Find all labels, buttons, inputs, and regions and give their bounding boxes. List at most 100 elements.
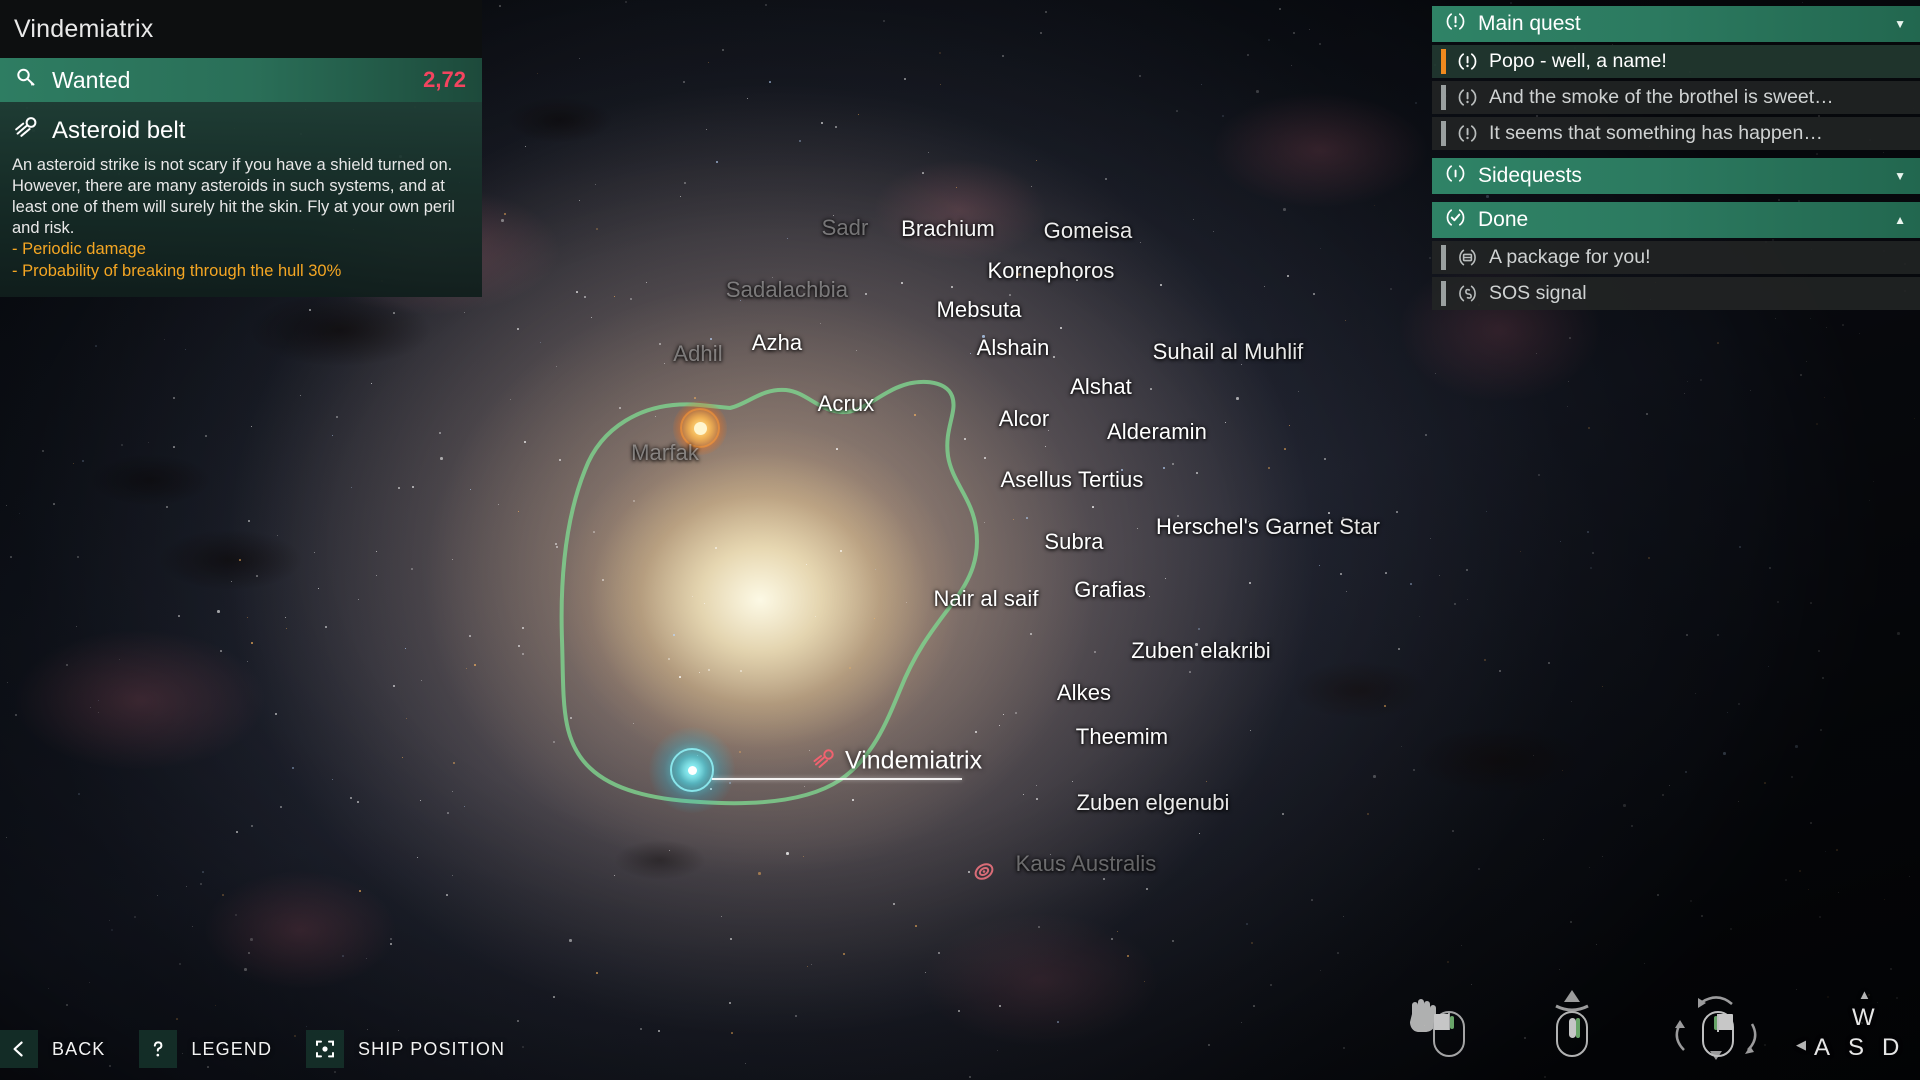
system-label[interactable]: Herschel's Garnet Star bbox=[1156, 514, 1380, 540]
quest-info-icon bbox=[1445, 163, 1466, 190]
system-label[interactable]: Nair al saif bbox=[933, 586, 1038, 612]
chevron-toggle-icon[interactable]: ▼ bbox=[1894, 17, 1906, 31]
system-label[interactable]: Theemim bbox=[1076, 724, 1168, 750]
toolbar-button-label: BACK bbox=[52, 1038, 106, 1059]
system-label[interactable]: Acrux bbox=[818, 391, 875, 417]
page-title: Vindemiatrix bbox=[0, 0, 482, 58]
wanted-value: 2,72 bbox=[423, 67, 466, 92]
system-label[interactable]: Kaus Australis bbox=[1016, 851, 1157, 877]
chevron-toggle-icon[interactable]: ▲ bbox=[1894, 213, 1906, 227]
system-label[interactable]: Kornephoros bbox=[987, 258, 1114, 284]
system-label[interactable]: Suhail al Muhlif bbox=[1153, 339, 1304, 365]
system-label[interactable]: Alshat bbox=[1070, 374, 1132, 400]
selected-system-marker[interactable] bbox=[649, 727, 735, 813]
toolbar-button[interactable]: LEGEND bbox=[139, 1030, 306, 1068]
crosshair-icon bbox=[306, 1030, 345, 1068]
control-hints: ▲ ◀ W A S D bbox=[1390, 980, 1912, 1066]
effect-bullet: - Probability of breaking through the hu… bbox=[12, 262, 342, 281]
quest-item-label: Popo - well, a name! bbox=[1489, 50, 1667, 72]
quest-sos-icon bbox=[1457, 283, 1478, 304]
wasd-keys-hint: ▲ ◀ W A S D bbox=[1792, 980, 1912, 1066]
key-s: S bbox=[1848, 1034, 1865, 1061]
wanted-status-row[interactable]: Wanted 2,72 bbox=[0, 58, 482, 102]
quest-section-title: Done bbox=[1478, 208, 1529, 231]
effect-title: Asteroid belt bbox=[52, 116, 186, 144]
quest-exclamation-icon bbox=[1457, 87, 1478, 108]
quest-item[interactable]: Popo - well, a name! bbox=[1432, 45, 1920, 78]
effect-header: Asteroid belt bbox=[12, 110, 470, 155]
toolbar-button-label: SHIP POSITION bbox=[358, 1038, 506, 1059]
quest-log-panel: Main quest ▼ Popo - well, a name! And th… bbox=[1432, 6, 1920, 310]
quest-item-accent bbox=[1441, 121, 1446, 146]
quest-item-accent bbox=[1441, 245, 1446, 270]
wanted-label: Wanted bbox=[52, 66, 131, 93]
system-label[interactable]: Zuben elakribi bbox=[1131, 638, 1271, 664]
effect-bullet: - Periodic damage bbox=[12, 240, 146, 259]
system-label[interactable]: Asellus Tertius bbox=[1001, 467, 1144, 493]
system-label[interactable]: Alderamin bbox=[1107, 419, 1207, 445]
quest-item-accent bbox=[1441, 85, 1446, 110]
chevron-toggle-icon[interactable]: ▼ bbox=[1894, 169, 1906, 183]
system-label[interactable]: Alcor bbox=[999, 406, 1050, 432]
arrow-up-icon: ▲ bbox=[1858, 987, 1871, 1002]
chevron-left-icon bbox=[0, 1030, 38, 1068]
selected-system-name: Vindemiatrix bbox=[845, 746, 983, 775]
system-label[interactable]: Zuben elgenubi bbox=[1076, 790, 1229, 816]
quest-item-label: And the smoke of the brothel is sweet… bbox=[1489, 86, 1834, 108]
selected-label-leader-line bbox=[712, 778, 962, 780]
selected-star-core bbox=[687, 765, 697, 775]
quest-exclamation-icon bbox=[1445, 11, 1466, 38]
system-label[interactable]: Adhil bbox=[673, 341, 722, 367]
system-label[interactable]: Alshain bbox=[977, 335, 1050, 361]
system-effect-card: Asteroid belt An asteroid strike is not … bbox=[0, 102, 482, 297]
quest-item[interactable]: A package for you! bbox=[1432, 241, 1920, 274]
quest-exclamation-icon bbox=[1457, 51, 1478, 72]
quest-check-icon bbox=[1445, 207, 1466, 234]
quest-star-core bbox=[693, 421, 707, 435]
quest-item-accent bbox=[1441, 281, 1446, 306]
toolbar-button[interactable]: BACK bbox=[0, 1030, 139, 1068]
system-label[interactable]: Grafias bbox=[1074, 577, 1146, 603]
pan-control-hint bbox=[1390, 980, 1502, 1066]
quest-item-label: A package for you! bbox=[1489, 246, 1651, 268]
quest-item[interactable]: SOS signal bbox=[1432, 277, 1920, 310]
key-a: A bbox=[1814, 1034, 1831, 1061]
quest-item-label: SOS signal bbox=[1489, 282, 1587, 304]
quest-section-header[interactable]: Main quest ▼ bbox=[1432, 6, 1920, 42]
key-w: W bbox=[1852, 1004, 1875, 1031]
system-label[interactable]: Gomeisa bbox=[1044, 218, 1133, 244]
quest-section-header[interactable]: Sidequests ▼ bbox=[1432, 158, 1920, 194]
toolbar-button-label: LEGEND bbox=[191, 1038, 273, 1059]
quest-item-label: It seems that something has happen… bbox=[1489, 122, 1823, 144]
system-label[interactable]: Alkes bbox=[1057, 680, 1111, 706]
question-mark-icon bbox=[139, 1030, 178, 1068]
selected-system-label[interactable]: Vindemiatrix bbox=[812, 747, 982, 778]
quest-item-accent bbox=[1441, 49, 1446, 74]
wanted-search-icon bbox=[14, 65, 40, 96]
quest-package-icon bbox=[1457, 247, 1478, 268]
quest-section-title: Main quest bbox=[1478, 12, 1581, 35]
effect-description: An asteroid strike is not scary if you h… bbox=[12, 156, 455, 238]
system-label[interactable]: Brachium bbox=[901, 216, 995, 242]
effect-bullet-list: - Periodic damage - Probability of breaki… bbox=[12, 239, 470, 283]
system-label[interactable]: Marfak bbox=[631, 440, 699, 466]
arrow-left-icon: ◀ bbox=[1796, 1037, 1806, 1052]
quest-item[interactable]: It seems that something has happen… bbox=[1432, 117, 1920, 150]
system-label[interactable]: Sadalachbia bbox=[726, 277, 848, 303]
quest-exclamation-icon bbox=[1457, 123, 1478, 144]
rotate-control-hint bbox=[1658, 980, 1770, 1066]
quest-item[interactable]: And the smoke of the brothel is sweet… bbox=[1432, 81, 1920, 114]
map-toolbar: BACK LEGEND SHIP POSITION bbox=[0, 1030, 539, 1068]
system-label[interactable]: Subra bbox=[1044, 529, 1103, 555]
zoom-scroll-control-hint bbox=[1524, 980, 1636, 1066]
asteroid-comet-icon bbox=[812, 747, 836, 778]
system-label[interactable]: Azha bbox=[752, 330, 803, 356]
nebula-spiral-icon bbox=[971, 859, 997, 890]
quest-section-header[interactable]: Done ▲ bbox=[1432, 202, 1920, 238]
asteroid-comet-icon bbox=[14, 114, 40, 147]
system-label[interactable]: Mebsuta bbox=[936, 297, 1021, 323]
toolbar-button[interactable]: SHIP POSITION bbox=[306, 1030, 539, 1068]
system-info-panel: Vindemiatrix Wanted 2,72 Asteroid belt A… bbox=[0, 0, 482, 297]
key-d: D bbox=[1882, 1034, 1900, 1061]
system-label[interactable]: Sadr bbox=[822, 215, 869, 241]
